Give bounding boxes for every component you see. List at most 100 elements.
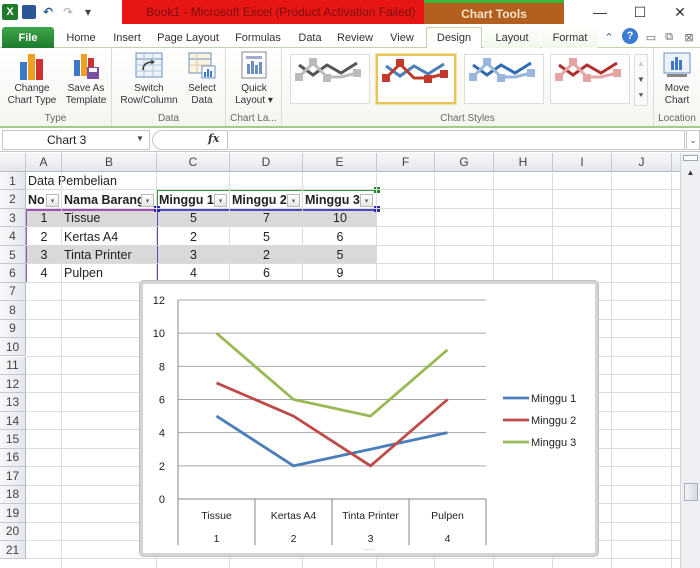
tab-layout[interactable]: Layout: [484, 27, 540, 48]
cell-a1-title[interactable]: Data Pembelian: [28, 172, 117, 190]
table-cell-minggu-1[interactable]: 3: [157, 246, 230, 264]
tab-view[interactable]: View: [382, 27, 422, 48]
tab-data[interactable]: Data: [292, 27, 328, 48]
column-header-a[interactable]: A: [26, 153, 62, 172]
chart-style-blue[interactable]: [464, 54, 544, 104]
table-cell-minggu-2[interactable]: 2: [230, 246, 303, 264]
row-header-13[interactable]: 13: [0, 393, 26, 412]
filter-dropdown-icon[interactable]: ▾: [46, 194, 59, 207]
row-header-6[interactable]: 6: [0, 264, 26, 283]
help-icon[interactable]: ?: [622, 28, 638, 44]
table-cell-no[interactable]: 1: [26, 209, 62, 227]
column-header-h[interactable]: H: [494, 153, 553, 172]
row-header-17[interactable]: 17: [0, 467, 26, 486]
tab-review[interactable]: Review: [332, 27, 378, 48]
row-header-10[interactable]: 10: [0, 338, 26, 357]
table-cell-no[interactable]: 4: [26, 264, 62, 282]
chart-styles-gallery-scroll[interactable]: ▲ ▼ ⯆: [634, 54, 648, 106]
tab-formulas[interactable]: Formulas: [230, 27, 286, 48]
table-header-nama-barang[interactable]: Nama Barang: [64, 191, 145, 209]
table-cell-minggu-3[interactable]: 6: [303, 227, 377, 245]
table-cell-no[interactable]: 3: [26, 246, 62, 264]
scroll-up-icon[interactable]: ▲: [683, 165, 698, 179]
table-cell-minggu-1[interactable]: 4: [157, 264, 230, 282]
table-cell-minggu-3[interactable]: 10: [303, 209, 377, 227]
save-icon[interactable]: [22, 5, 36, 19]
gallery-scroll-up-icon[interactable]: ▲: [637, 59, 645, 68]
row-header-15[interactable]: 15: [0, 430, 26, 449]
select-data-button[interactable]: Select Data: [182, 50, 222, 107]
row-header-14[interactable]: 14: [0, 411, 26, 431]
save-as-template-button[interactable]: Save As Template: [60, 50, 112, 107]
table-cell-minggu-2[interactable]: 6: [230, 264, 303, 282]
gallery-scroll-down-icon[interactable]: ▼: [637, 75, 645, 84]
row-header-18[interactable]: 18: [0, 485, 26, 505]
tab-home[interactable]: Home: [60, 27, 102, 48]
table-cell-minggu-1[interactable]: 2: [157, 227, 230, 245]
switch-row-column-button[interactable]: Switch Row/Column: [116, 50, 182, 107]
table-cell-nama-barang[interactable]: Kertas A4: [64, 227, 157, 245]
formula-input[interactable]: [229, 130, 685, 150]
row-header-11[interactable]: 11: [0, 356, 26, 375]
gallery-more-icon[interactable]: ⯆: [638, 91, 644, 101]
filter-dropdown-icon[interactable]: ▾: [141, 194, 154, 207]
maximize-window-button[interactable]: ☐: [620, 0, 660, 24]
split-box[interactable]: [683, 155, 698, 161]
table-cell-minggu-3[interactable]: 9: [303, 264, 377, 282]
customize-qat-icon[interactable]: ▾: [80, 4, 96, 20]
column-header-i[interactable]: I: [553, 153, 612, 172]
row-header-2[interactable]: 2: [0, 190, 26, 209]
row-header-8[interactable]: 8: [0, 301, 26, 320]
minimize-ribbon-icon[interactable]: ⌃: [602, 27, 616, 48]
column-header-d[interactable]: D: [230, 153, 303, 172]
table-cell-nama-barang[interactable]: Pulpen: [64, 264, 157, 282]
chart-style-gray[interactable]: [290, 54, 370, 104]
table-cell-minggu-3[interactable]: 5: [303, 246, 377, 264]
row-header-5[interactable]: 5: [0, 245, 26, 265]
quick-layout-button[interactable]: Quick Layout ▾: [230, 50, 278, 107]
row-header-4[interactable]: 4: [0, 227, 26, 246]
vertical-scrollbar[interactable]: ▲: [680, 153, 700, 568]
column-header-b[interactable]: B: [62, 153, 157, 172]
tab-format[interactable]: Format: [542, 27, 598, 48]
tab-design[interactable]: Design: [426, 27, 482, 49]
row-header-16[interactable]: 16: [0, 448, 26, 468]
tab-insert[interactable]: Insert: [106, 27, 148, 48]
minimize-window-button[interactable]: —: [580, 0, 620, 24]
tab-file[interactable]: File: [2, 27, 54, 48]
select-all-corner[interactable]: [0, 153, 26, 172]
workbook-restore-icon[interactable]: ⧉: [662, 27, 676, 48]
tab-page-layout[interactable]: Page Layout: [152, 27, 224, 48]
scrollbar-thumb[interactable]: [684, 483, 698, 501]
column-header-c[interactable]: C: [157, 153, 230, 172]
expand-formula-bar-icon[interactable]: ⌄: [686, 130, 700, 150]
row-header-12[interactable]: 12: [0, 374, 26, 394]
column-header-j[interactable]: J: [612, 153, 672, 172]
column-header-g[interactable]: G: [435, 153, 494, 172]
table-cell-minggu-1[interactable]: 5: [157, 209, 230, 227]
row-header-1[interactable]: 1: [0, 172, 26, 191]
row-header-19[interactable]: 19: [0, 504, 26, 523]
column-header-e[interactable]: E: [303, 153, 377, 172]
table-header-no[interactable]: No: [28, 191, 45, 209]
column-header-f[interactable]: F: [377, 153, 435, 172]
insert-function-icon[interactable]: fx: [208, 132, 219, 145]
chart-style-blue-red-selected[interactable]: [376, 54, 456, 104]
move-chart-button[interactable]: Move Chart: [656, 50, 698, 107]
table-cell-minggu-2[interactable]: 7: [230, 209, 303, 227]
chart-style-red[interactable]: [550, 54, 630, 104]
change-chart-type-button[interactable]: Change Chart Type: [4, 50, 60, 107]
row-header-3[interactable]: 3: [0, 208, 26, 228]
row-header-21[interactable]: 21: [0, 541, 26, 560]
table-cell-nama-barang[interactable]: Tissue: [64, 209, 157, 227]
name-box[interactable]: Chart 3: [2, 130, 150, 150]
table-cell-no[interactable]: 2: [26, 227, 62, 245]
name-box-dropdown-icon[interactable]: ▼: [136, 134, 144, 143]
close-window-button[interactable]: ✕: [660, 0, 700, 24]
line-chart[interactable]: 0 2 4 6 8 10 12 Tissue 1 Kertas A4 2 Tinta Printer 3…: [140, 281, 598, 556]
row-header-20[interactable]: 20: [0, 522, 26, 541]
undo-icon[interactable]: ↶: [40, 4, 56, 20]
workbook-close-icon[interactable]: ⊠: [682, 27, 696, 48]
table-cell-minggu-2[interactable]: 5: [230, 227, 303, 245]
row-header-9[interactable]: 9: [0, 319, 26, 339]
